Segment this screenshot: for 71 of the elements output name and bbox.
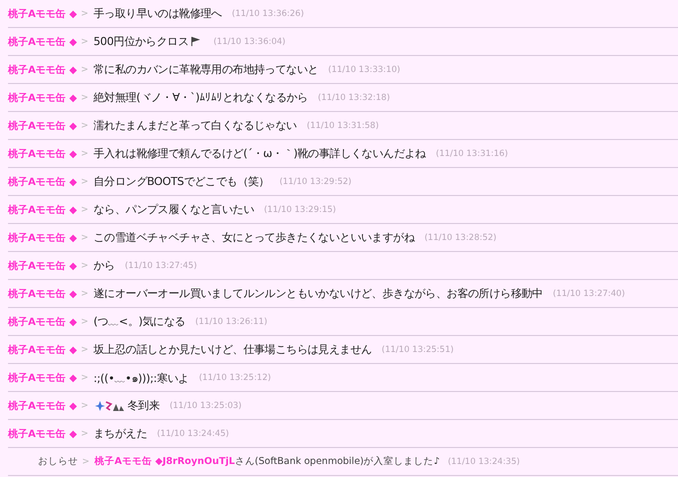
timestamp: (11/10 13:31:16)	[436, 148, 508, 158]
timestamp: (11/10 13:32:18)	[318, 92, 390, 102]
separator: >	[80, 8, 88, 18]
separator: >	[80, 36, 88, 46]
user-name: 桃子Aモモ缶 ◆	[8, 8, 77, 20]
user-name: 桃子Aモモ缶 ◆	[8, 428, 77, 440]
timestamp: (11/10 13:25:12)	[198, 372, 271, 382]
user-name: 桃子Aモモ缶 ◆	[8, 36, 77, 48]
separator: >	[80, 232, 88, 242]
separator: >	[80, 400, 88, 410]
separator: >	[80, 344, 88, 354]
separator: >	[80, 260, 88, 270]
timestamp: (11/10 13:26:11)	[195, 316, 268, 326]
separator: >	[80, 316, 88, 326]
sparkle-snow-icon	[95, 400, 126, 412]
message-text: 遂にオーバーオール買いましてルンルンともいかないけど、歩きながら、お客の所けら移動中	[93, 286, 543, 301]
message-text: から	[93, 258, 115, 273]
message-text: (つ﹏<。)気になる	[93, 314, 186, 329]
user-name: 桃子Aモモ缶 ◆J8rRoynOuTjL	[94, 455, 235, 468]
message-text: 冬到来	[127, 398, 160, 413]
message-text: 常に私のカバンに革靴専用の布地持ってないと	[93, 62, 318, 77]
separator: >	[80, 148, 88, 158]
message-text: 手っ取り早いのは靴修理へ	[93, 6, 222, 21]
user-name: 桃子Aモモ缶 ◆	[8, 148, 77, 160]
timestamp: (11/10 13:24:45)	[156, 428, 229, 438]
timestamp: (11/10 13:27:40)	[552, 288, 625, 298]
message-text: なら、パンプス履くなと言いたい	[93, 202, 254, 217]
separator: >	[80, 428, 88, 438]
user-name: 桃子Aモモ缶 ◆	[8, 344, 77, 356]
timestamp: (11/10 13:29:15)	[264, 204, 336, 214]
timestamp: (11/10 13:25:03)	[170, 400, 242, 410]
separator: >	[80, 204, 88, 214]
separator: >	[82, 456, 90, 466]
notice-text: さん(SoftBank openmobile)が入室しました♪	[234, 455, 440, 468]
timestamp: (11/10 13:33:10)	[328, 64, 400, 74]
separator: >	[80, 92, 88, 102]
message-text: 濡れたまんまだと革って白くなるじゃない	[93, 118, 297, 133]
user-name: 桃子Aモモ缶 ◆	[8, 64, 77, 76]
separator: >	[80, 120, 88, 130]
user-name: 桃子Aモモ缶 ◆	[8, 260, 77, 272]
separator: >	[80, 176, 88, 186]
timestamp: (11/10 13:25:51)	[382, 344, 454, 354]
timestamp: (11/10 13:36:04)	[213, 36, 286, 46]
separator: >	[80, 64, 88, 74]
timestamp: (11/10 13:27:45)	[124, 260, 197, 270]
user-name: 桃子Aモモ缶 ◆	[8, 288, 77, 300]
user-name: 桃子Aモモ缶 ◆	[8, 92, 77, 104]
timestamp: (11/10 13:29:52)	[279, 176, 352, 186]
message-text: 坂上忍の話しとか見たいけど、仕事場こちらは見えません	[93, 342, 372, 357]
user-name: 桃子Aモモ缶 ◆	[8, 204, 77, 216]
message-text: :;((•﹏•๑)));:寒いよ	[93, 370, 189, 386]
timestamp: (11/10 13:24:35)	[448, 456, 520, 466]
flag-icon	[190, 36, 202, 47]
notice-label: おしらせ	[38, 455, 78, 468]
user-name: 桃子Aモモ缶 ◆	[8, 316, 77, 328]
message-text: 手入れは靴修理で頼んでるけど(´・ω・｀)靴の事詳しくないんだよね	[93, 146, 426, 161]
message-text: まちがえた	[93, 426, 147, 441]
timestamp: (11/10 13:31:58)	[306, 120, 379, 130]
timestamp: (11/10 13:36:26)	[232, 8, 304, 18]
separator: >	[80, 372, 88, 382]
user-name: 桃子Aモモ缶 ◆	[8, 120, 77, 132]
user-name: 桃子Aモモ缶 ◆	[8, 400, 77, 412]
message-text: 500円位からクロス	[93, 34, 188, 49]
message-text: この雪道ベチャベチャさ、女にとって歩きたくないといいますがね	[93, 230, 414, 245]
user-name: 桃子Aモモ缶 ◆	[8, 176, 77, 188]
user-name: 桃子Aモモ缶 ◆	[8, 232, 77, 244]
separator: >	[80, 288, 88, 298]
message-text: 自分ロングBOOTSでどこでも（笑）	[93, 174, 270, 189]
timestamp: (11/10 13:28:52)	[424, 232, 496, 242]
user-name: 桃子Aモモ缶 ◆	[8, 372, 77, 384]
message-text: 絶対無理(ヾノ・∀・`)ﾑﾘﾑﾘとれなくなるから	[93, 90, 308, 105]
